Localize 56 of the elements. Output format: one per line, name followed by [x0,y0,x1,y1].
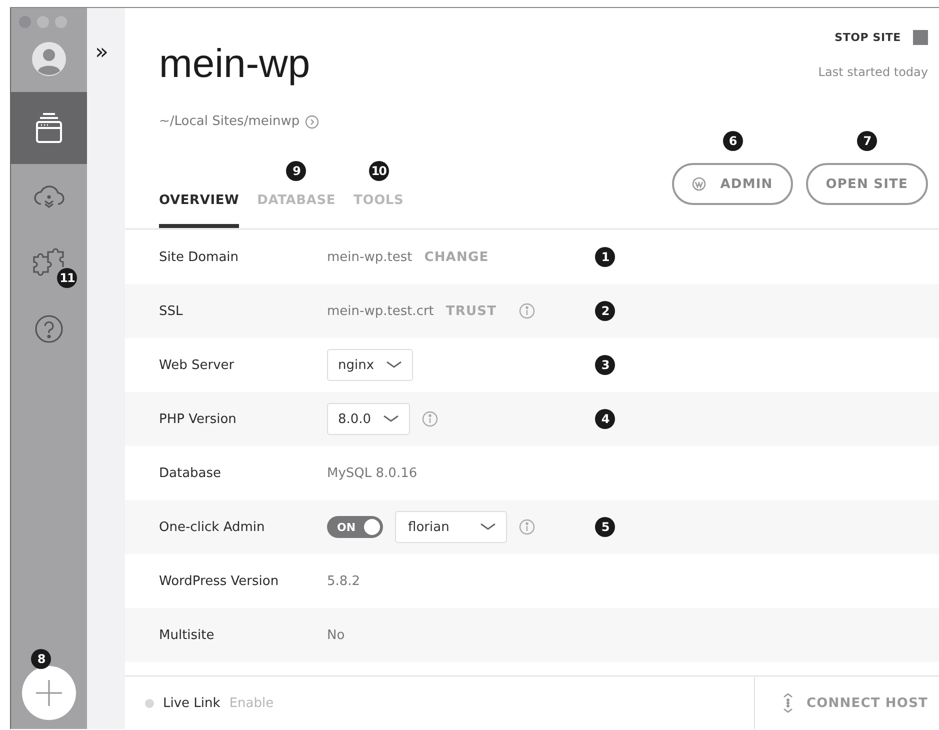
sidebar-item[interactable] [11,92,87,164]
row-label: PHP Version [158,412,238,426]
add-site-button[interactable] [22,666,76,720]
expand-button[interactable]: » [95,40,108,65]
callout-badge: 11 [57,268,77,288]
dropdown[interactable]: 8.0.0 [327,403,410,435]
live-link-label: Live Link [163,696,220,710]
callout-badge: 1 [595,247,615,267]
dropdown[interactable]: nginx [327,349,414,381]
row-value: mein-wp.test [327,250,412,264]
action-link[interactable]: CHANGE [424,250,489,264]
callout-badge: 7 [856,131,877,151]
action-button[interactable]: OPEN SITE [806,163,928,205]
callout-badge: 9 [286,161,306,181]
stop-icon [913,30,928,45]
row-value: No [327,628,345,642]
dropdown[interactable]: florian [395,511,507,543]
callout-badge: 10 [368,161,389,181]
callout-badge: 8 [31,649,51,669]
browser-window-icon [35,112,63,144]
row-label: Database [158,466,222,480]
callout-badge: 6 [722,131,743,151]
chevron-down-icon [383,415,400,423]
site-path: ~/Local Sites/meinwp [159,114,300,129]
connect-host-button[interactable]: CONNECT HOST [754,677,939,729]
row-label: Multisite [158,628,216,642]
row-label: SSL [158,304,184,318]
last-started-text: Last started today [818,65,928,79]
callout-badge: 5 [595,517,615,537]
chevron-down-icon [386,361,402,369]
site-title: mein-wp [159,42,312,88]
chevron-down-icon [480,523,496,531]
row-label: Web Server [158,358,236,372]
reveal-icon[interactable] [304,114,319,128]
help-icon [34,314,64,344]
row-value: 5.8.2 [327,574,360,588]
info-icon[interactable] [422,411,438,427]
wordpress-icon [692,177,706,191]
sidebar-item[interactable]: 11 [11,230,87,296]
callout-badge: 3 [595,355,615,375]
info-icon[interactable] [519,519,535,535]
callout-badge: 4 [595,409,615,429]
action-link[interactable]: TRUST [446,304,497,318]
info-icon[interactable] [518,303,535,319]
row-label: Site Domain [158,250,240,264]
action-button[interactable]: ADMIN [672,163,793,205]
stop-site-button[interactable]: STOP SITE [834,31,901,44]
row-value: MySQL 8.0.16 [327,466,418,480]
plus-icon [35,679,63,707]
row-value: mein-wp.test.crt [327,304,434,318]
signal-icon [782,693,794,713]
callout-badge: 2 [595,301,615,321]
toggle-switch[interactable]: ON [327,516,383,538]
row-label: One-click Admin [158,520,266,534]
row-label: WordPress Version [158,574,280,588]
avatar-icon [32,42,66,76]
